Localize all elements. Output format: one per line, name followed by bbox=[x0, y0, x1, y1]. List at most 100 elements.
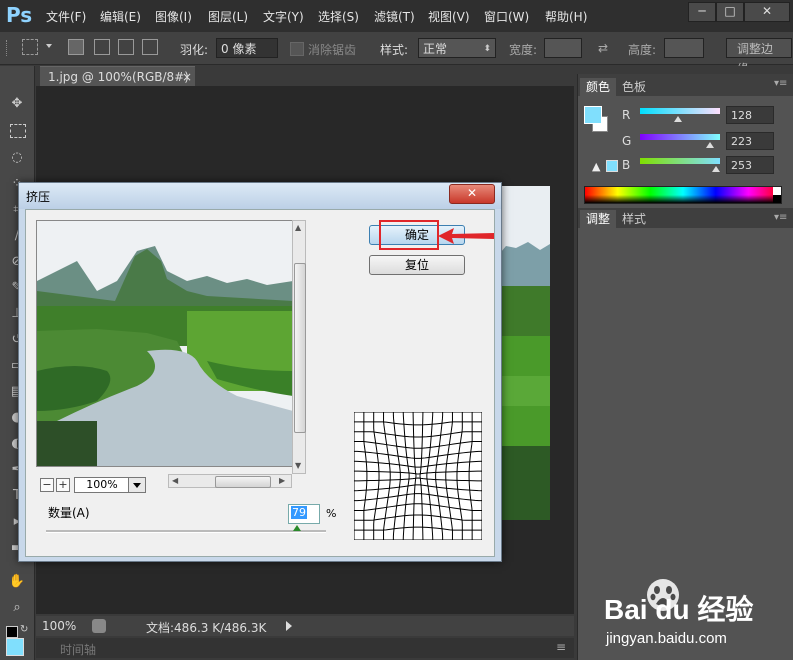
zoom-level[interactable]: 100% bbox=[42, 619, 76, 633]
foreground-color-swatch[interactable] bbox=[6, 638, 24, 656]
vertical-scroll-thumb[interactable] bbox=[294, 263, 306, 433]
menu-layer[interactable]: 图层(L) bbox=[208, 8, 248, 25]
reset-button[interactable]: 复位 bbox=[369, 255, 465, 275]
refine-edge-button[interactable]: 调整边缘... bbox=[726, 38, 792, 76]
move-tool-icon[interactable]: ✥ bbox=[8, 96, 26, 112]
swap-colors-icon[interactable]: ↻ bbox=[20, 624, 28, 635]
dropdown-arrow-icon[interactable] bbox=[46, 44, 52, 48]
amount-input-value: 79 bbox=[291, 506, 307, 519]
menu-window[interactable]: 窗口(W) bbox=[484, 8, 529, 25]
status-arrow-icon[interactable] bbox=[286, 621, 292, 631]
preview-vertical-scrollbar[interactable]: ▲ ▼ bbox=[292, 220, 306, 474]
tab-styles[interactable]: 样式 bbox=[616, 210, 652, 228]
menu-select[interactable]: 选择(S) bbox=[318, 8, 359, 25]
document-tab[interactable]: 1.jpg @ 100%(RGB/8#) × bbox=[40, 66, 195, 86]
scroll-left-icon[interactable]: ◀ bbox=[172, 476, 178, 485]
tab-color[interactable]: 颜色 bbox=[580, 78, 617, 96]
marquee-tool-icon[interactable] bbox=[22, 39, 38, 55]
feather-label: 羽化: bbox=[180, 43, 209, 57]
r-slider[interactable] bbox=[640, 108, 720, 114]
maximize-button[interactable]: □ bbox=[716, 2, 744, 22]
document-image[interactable] bbox=[496, 186, 550, 520]
options-bar: 羽化: 0 像素 消除锯齿 样式: 正常 ⬍ 宽度: ⇄ 高度: 调整边缘... bbox=[0, 32, 793, 76]
percent-sign: % bbox=[326, 507, 337, 520]
status-bar: 100% 文档:486.3 K/486.3K bbox=[36, 616, 574, 636]
menu-view[interactable]: 视图(V) bbox=[428, 8, 470, 25]
antialias-checkbox[interactable] bbox=[290, 42, 304, 56]
minimize-button[interactable]: ─ bbox=[688, 2, 716, 22]
b-value-input[interactable]: 253 bbox=[726, 156, 774, 174]
tab-adjustments[interactable]: 调整 bbox=[580, 210, 617, 228]
watermark-url: jingyan.baidu.com bbox=[606, 630, 727, 647]
zoom-dropdown-button[interactable] bbox=[128, 477, 146, 493]
r-label: R bbox=[622, 108, 631, 122]
menu-filter[interactable]: 滤镜(T) bbox=[374, 8, 415, 25]
menu-type[interactable]: 文字(Y) bbox=[263, 8, 304, 25]
intersect-selection-icon[interactable] bbox=[142, 39, 158, 55]
style-label: 样式: bbox=[380, 43, 409, 57]
b-label: B bbox=[622, 158, 631, 172]
document-tab-title: 1.jpg @ 100%(RGB/8#) bbox=[48, 70, 189, 84]
lasso-tool-icon[interactable]: ◌ bbox=[8, 150, 26, 166]
preview-horizontal-scrollbar[interactable]: ◀ ▶ bbox=[168, 474, 292, 488]
subtract-selection-icon[interactable] bbox=[118, 39, 134, 55]
amount-input[interactable]: 79 bbox=[288, 504, 320, 524]
style-select[interactable]: 正常 ⬍ bbox=[418, 38, 496, 58]
dialog-titlebar[interactable]: 挤压 ✕ bbox=[19, 183, 501, 209]
panel-menu-icon[interactable]: ≡ bbox=[556, 640, 566, 654]
status-menu-icon[interactable] bbox=[92, 619, 106, 633]
dialog-body: ▲ ▼ ◀ ▶ − + 100% 数量(A) 79 % 确定 复位 bbox=[25, 209, 495, 557]
g-slider-thumb[interactable] bbox=[706, 142, 714, 148]
feather-input[interactable]: 0 像素 bbox=[216, 38, 278, 58]
scroll-down-icon[interactable]: ▼ bbox=[295, 461, 301, 470]
height-input[interactable] bbox=[664, 38, 704, 58]
tab-swatches[interactable]: 色板 bbox=[616, 78, 652, 96]
gamut-warning-icon[interactable]: ▲ bbox=[592, 160, 600, 173]
b-slider-thumb[interactable] bbox=[712, 166, 720, 172]
default-colors-icon[interactable] bbox=[6, 626, 18, 638]
fg-color-chip[interactable] bbox=[584, 106, 602, 124]
add-selection-icon[interactable] bbox=[94, 39, 110, 55]
filter-preview[interactable] bbox=[36, 220, 294, 467]
grid-line bbox=[354, 503, 482, 511]
zoom-out-button[interactable]: − bbox=[40, 478, 54, 492]
grid-line bbox=[354, 450, 482, 459]
r-slider-thumb[interactable] bbox=[674, 116, 682, 122]
menu-help[interactable]: 帮助(H) bbox=[545, 8, 587, 25]
swap-icon[interactable]: ⇄ bbox=[598, 41, 608, 55]
grid-line bbox=[354, 441, 482, 449]
hand-tool-icon[interactable]: ✋ bbox=[8, 574, 26, 590]
color-spectrum-bar[interactable] bbox=[584, 186, 782, 204]
dialog-close-button[interactable]: ✕ bbox=[449, 184, 495, 204]
close-button[interactable]: ✕ bbox=[744, 2, 790, 22]
zoom-value[interactable]: 100% bbox=[74, 477, 130, 493]
zoom-tool-icon[interactable]: ⌕ bbox=[8, 600, 26, 616]
b-slider[interactable] bbox=[640, 158, 720, 164]
menu-edit[interactable]: 编辑(E) bbox=[100, 8, 141, 25]
menu-file[interactable]: 文件(F) bbox=[46, 8, 86, 25]
zoom-in-button[interactable]: + bbox=[56, 478, 70, 492]
new-selection-icon[interactable] bbox=[68, 39, 84, 55]
menu-bar: Ps 文件(F) 编辑(E) 图像(I) 图层(L) 文字(Y) 选择(S) 滤… bbox=[0, 0, 793, 33]
amount-slider-thumb[interactable] bbox=[292, 525, 301, 531]
scroll-right-icon[interactable]: ▶ bbox=[279, 476, 285, 485]
horizontal-scroll-thumb[interactable] bbox=[215, 476, 271, 488]
grid-line bbox=[373, 412, 380, 540]
gamut-color-chip[interactable] bbox=[606, 160, 618, 172]
antialias-label: 消除锯齿 bbox=[308, 43, 357, 57]
adjust-panel-menu-icon[interactable]: ▾≡ bbox=[774, 212, 787, 223]
marquee-tool-icon[interactable] bbox=[10, 124, 26, 138]
width-input[interactable] bbox=[544, 38, 582, 58]
g-slider[interactable] bbox=[640, 134, 720, 140]
menu-image[interactable]: 图像(I) bbox=[155, 8, 192, 25]
close-tab-icon[interactable]: × bbox=[182, 67, 192, 87]
timeline-label[interactable]: 时间轴 bbox=[60, 641, 96, 658]
r-value-input[interactable]: 128 bbox=[726, 106, 774, 124]
scroll-up-icon[interactable]: ▲ bbox=[295, 223, 301, 232]
grid-line bbox=[435, 412, 444, 540]
grid-line bbox=[354, 460, 482, 468]
photoshop-logo: Ps bbox=[6, 3, 33, 27]
color-panel-menu-icon[interactable]: ▾≡ bbox=[774, 78, 787, 89]
g-value-input[interactable]: 223 bbox=[726, 132, 774, 150]
amount-slider[interactable] bbox=[46, 525, 326, 533]
